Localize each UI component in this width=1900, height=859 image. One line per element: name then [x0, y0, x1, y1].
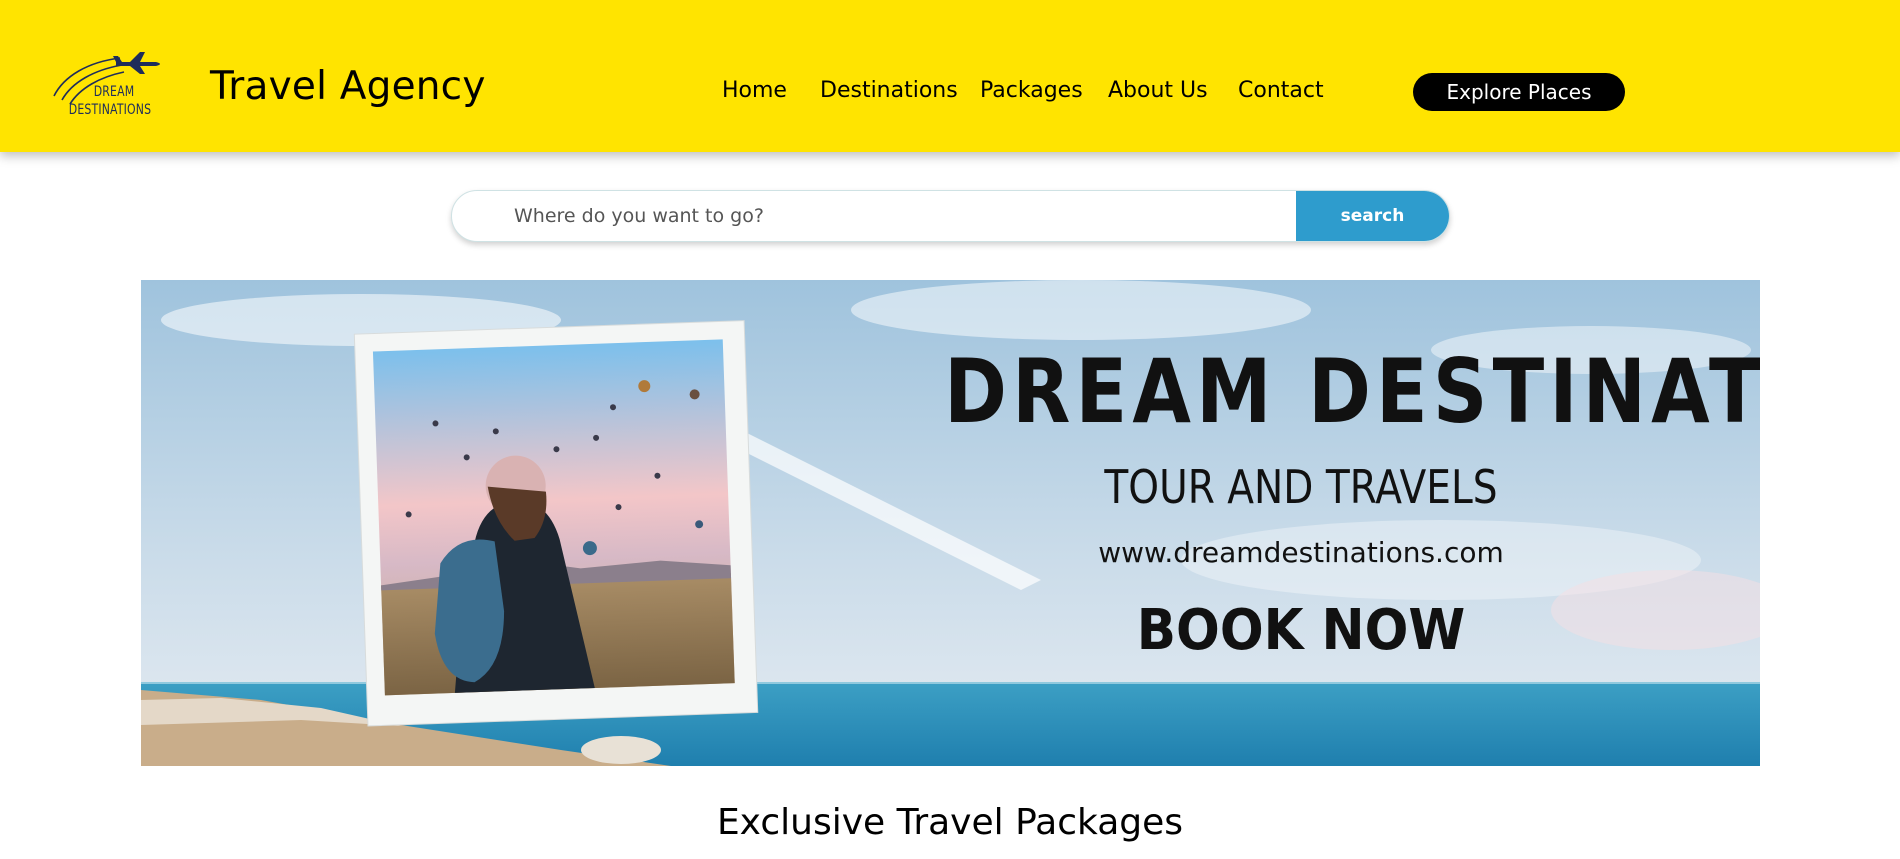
nav-about-us[interactable]: About Us: [1108, 78, 1208, 103]
logo-text-top: DREAM: [93, 84, 135, 100]
banner-book-now: BOOK NOW: [1136, 598, 1466, 663]
nav-destinations[interactable]: Destinations: [820, 78, 958, 103]
nav-packages[interactable]: Packages: [980, 78, 1083, 103]
brand-title: Travel Agency: [210, 64, 486, 109]
banner-url: www.dreamdestinations.com: [1098, 536, 1504, 569]
nav-home[interactable]: Home: [722, 78, 787, 103]
banner-subtitle: TOUR AND TRAVELS: [1104, 460, 1498, 514]
site-header: DREAM DESTINATIONS Travel Agency Home De…: [0, 0, 1900, 152]
search-button[interactable]: search: [1296, 191, 1449, 241]
logo[interactable]: DREAM DESTINATIONS: [50, 50, 170, 122]
hero-banner[interactable]: DREAM DESTINATION TOUR AND TRAVELS www.d…: [141, 280, 1760, 766]
logo-text-bottom: DESTINATIONS: [68, 102, 152, 118]
search-input[interactable]: [452, 191, 1297, 241]
section-title: Exclusive Travel Packages: [716, 802, 1184, 843]
search-bar: search: [451, 190, 1450, 242]
banner-title: DREAM DESTINATION: [944, 340, 1760, 443]
explore-places-button[interactable]: Explore Places: [1413, 73, 1625, 111]
nav-contact[interactable]: Contact: [1238, 78, 1324, 103]
